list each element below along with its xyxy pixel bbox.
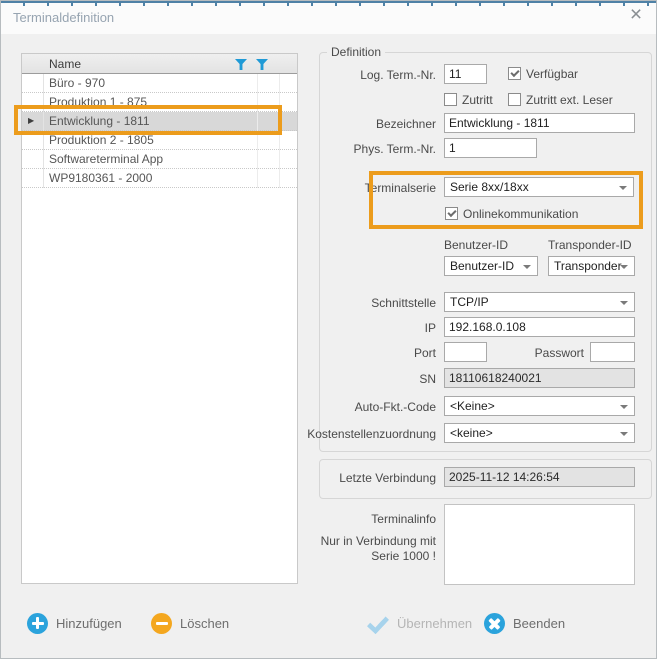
list-column-divider bbox=[257, 74, 258, 188]
list-item-label: Büro - 970 bbox=[49, 76, 105, 90]
letzte-verbindung-label: Letzte Verbindung bbox=[339, 471, 436, 485]
beenden-button[interactable]: Beenden bbox=[484, 609, 565, 637]
chevron-down-icon bbox=[620, 301, 628, 305]
checkbox-box[interactable] bbox=[508, 93, 521, 106]
filter-funnel-icon[interactable] bbox=[256, 59, 268, 70]
list-item-label: WP9180361 - 2000 bbox=[49, 171, 152, 185]
transponder-id-value: Transponder- bbox=[554, 259, 626, 273]
loeschen-label: Löschen bbox=[180, 616, 229, 631]
window-top-border-ticks bbox=[1, 3, 656, 6]
terminalinfo-textarea[interactable] bbox=[444, 504, 635, 585]
verfuegbar-checkbox[interactable]: Verfügbar bbox=[508, 67, 628, 81]
plus-icon bbox=[27, 613, 48, 634]
terminalinfo-note-line1: Nur in Verbindung mit bbox=[321, 534, 436, 548]
terminaldefinition-dialog: Terminaldefinition × Name ▶ Büro - 970 ▶… bbox=[0, 0, 657, 659]
minus-icon bbox=[151, 613, 172, 634]
sn-field: 18110618240021 bbox=[444, 368, 635, 388]
verfuegbar-label: Verfügbar bbox=[526, 67, 578, 81]
sn-label: SN bbox=[419, 372, 436, 386]
zutritt-ext-leser-label: Zutritt ext. Leser bbox=[526, 93, 613, 107]
terminalserie-dropdown[interactable]: Serie 8xx/18xx bbox=[444, 177, 634, 197]
phys-term-nr-input[interactable] bbox=[444, 138, 537, 158]
terminalinfo-label: Terminalinfo bbox=[371, 512, 436, 526]
check-icon bbox=[365, 613, 389, 634]
bezeichner-input[interactable] bbox=[444, 113, 635, 133]
window-title: Terminaldefinition bbox=[13, 10, 114, 25]
list-item-label: Produktion 2 - 1805 bbox=[49, 133, 154, 147]
ip-label: IP bbox=[425, 321, 436, 335]
zutritt-label: Zutritt bbox=[462, 93, 493, 107]
terminalserie-value: Serie 8xx/18xx bbox=[450, 180, 529, 194]
list-item[interactable]: ▶ WP9180361 - 2000 bbox=[22, 169, 297, 188]
list-item[interactable]: ▶ Produktion 2 - 1805 bbox=[22, 131, 297, 150]
log-term-nr-input[interactable] bbox=[444, 64, 487, 84]
hinzufuegen-label: Hinzufügen bbox=[56, 616, 122, 631]
close-icon[interactable]: × bbox=[625, 3, 647, 27]
port-input[interactable] bbox=[444, 342, 487, 362]
column-header-name: Name bbox=[49, 57, 81, 71]
terminal-rows: ▶ Büro - 970 ▶ Produktion 1 - 875 ▶ Entw… bbox=[22, 74, 297, 188]
loeschen-button[interactable]: Löschen bbox=[151, 609, 229, 637]
row-selector-arrow-icon: ▶ bbox=[28, 116, 34, 125]
onlinekommunikation-checkbox[interactable]: Onlinekommunikation bbox=[445, 207, 595, 221]
x-icon bbox=[484, 613, 505, 634]
list-item[interactable]: ▶ Entwicklung - 1811 bbox=[22, 112, 297, 131]
checkbox-box[interactable] bbox=[444, 93, 457, 106]
list-item[interactable]: ▶ Produktion 1 - 875 bbox=[22, 93, 297, 112]
log-term-nr-label: Log. Term.-Nr. bbox=[360, 68, 436, 82]
list-item-label: Entwicklung - 1811 bbox=[49, 114, 150, 128]
list-column-divider bbox=[279, 74, 280, 188]
list-item-label: Produktion 1 - 875 bbox=[49, 95, 147, 109]
hinzufuegen-button[interactable]: Hinzufügen bbox=[27, 609, 122, 637]
benutzer-id-dropdown[interactable]: Benutzer-ID bbox=[444, 256, 538, 276]
uebernehmen-button[interactable]: Übernehmen bbox=[365, 609, 472, 637]
onlinekommunikation-label: Onlinekommunikation bbox=[463, 207, 578, 221]
definition-groupbox bbox=[319, 52, 652, 452]
checkbox-box[interactable] bbox=[508, 67, 521, 80]
benutzer-id-label: Benutzer-ID bbox=[444, 238, 508, 252]
kostenstellenzuordnung-dropdown[interactable]: <keine> bbox=[444, 423, 635, 443]
filter-funnel-icon[interactable] bbox=[235, 59, 247, 70]
schnittstelle-value: TCP/IP bbox=[450, 295, 489, 309]
ip-input[interactable] bbox=[444, 317, 635, 337]
auto-fkt-code-dropdown[interactable]: <Keine> bbox=[444, 396, 635, 416]
list-item[interactable]: ▶ Softwareterminal App bbox=[22, 150, 297, 169]
zutritt-ext-leser-checkbox[interactable]: Zutritt ext. Leser bbox=[508, 93, 638, 107]
bezeichner-label: Bezeichner bbox=[376, 117, 436, 131]
transponder-id-label: Transponder-ID bbox=[548, 238, 632, 252]
auto-fkt-code-value: <Keine> bbox=[450, 399, 495, 413]
terminalserie-label: Terminalserie bbox=[365, 181, 436, 195]
uebernehmen-label: Übernehmen bbox=[397, 616, 472, 631]
terminal-list: Name ▶ Büro - 970 ▶ Produktion 1 - 875 ▶… bbox=[21, 53, 298, 584]
benutzer-id-value: Benutzer-ID bbox=[450, 259, 514, 273]
chevron-down-icon bbox=[619, 186, 627, 190]
beenden-label: Beenden bbox=[513, 616, 565, 631]
chevron-down-icon bbox=[620, 405, 628, 409]
schnittstelle-dropdown[interactable]: TCP/IP bbox=[444, 292, 635, 312]
passwort-input[interactable] bbox=[590, 342, 635, 362]
terminal-list-header: Name bbox=[22, 54, 297, 74]
list-gutter-divider bbox=[43, 74, 44, 188]
chevron-down-icon bbox=[523, 265, 531, 269]
port-label: Port bbox=[414, 346, 436, 360]
list-item-label: Softwareterminal App bbox=[49, 152, 163, 166]
passwort-label: Passwort bbox=[535, 346, 584, 360]
kostenstellenzuordnung-value: <keine> bbox=[450, 426, 493, 440]
schnittstelle-label: Schnittstelle bbox=[371, 296, 436, 310]
chevron-down-icon bbox=[620, 265, 628, 269]
chevron-down-icon bbox=[620, 432, 628, 436]
letzte-verbindung-field: 2025-11-12 14:26:54 bbox=[444, 467, 635, 487]
zutritt-checkbox[interactable]: Zutritt bbox=[444, 93, 514, 107]
transponder-id-dropdown[interactable]: Transponder- bbox=[548, 256, 635, 276]
kostenstellenzuordnung-label: Kostenstellenzuordnung bbox=[307, 427, 436, 441]
auto-fkt-code-label: Auto-Fkt.-Code bbox=[355, 400, 436, 414]
phys-term-nr-label: Phys. Term.-Nr. bbox=[354, 142, 436, 156]
definition-group-title: Definition bbox=[327, 45, 385, 59]
terminalinfo-note-line2: Serie 1000 ! bbox=[371, 549, 436, 563]
checkbox-box[interactable] bbox=[445, 207, 458, 220]
list-item[interactable]: ▶ Büro - 970 bbox=[22, 74, 297, 93]
terminalinfo-note: Nur in Verbindung mit Serie 1000 ! bbox=[321, 534, 436, 564]
